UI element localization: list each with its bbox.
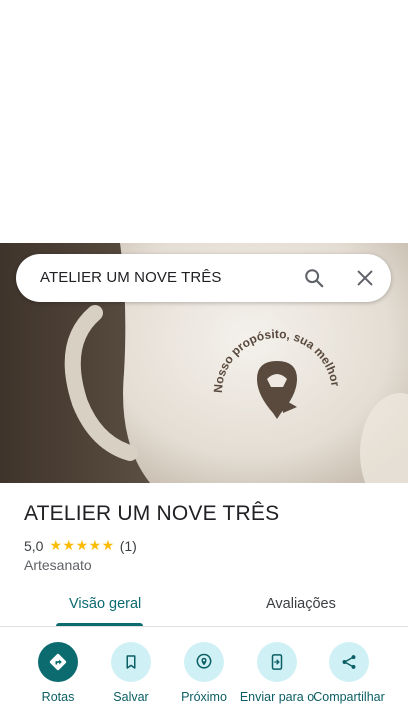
rating-row[interactable]: 5,0 ★★★★★ (1) — [24, 537, 137, 554]
map-area[interactable] — [0, 0, 408, 243]
send-to-phone-button[interactable]: Enviar para o — [239, 642, 315, 726]
save-label: Salvar — [113, 690, 149, 704]
share-label: Compartilhar — [313, 690, 385, 704]
directions-icon — [38, 642, 78, 682]
directions-button[interactable]: Rotas — [20, 642, 96, 726]
rating-stars: ★★★★★ — [49, 537, 115, 553]
tab-overview[interactable]: Visão geral — [69, 596, 141, 612]
place-title: ATELIER UM NOVE TRÊS — [24, 502, 280, 525]
search-icon[interactable] — [303, 267, 325, 289]
search-input[interactable]: ATELIER UM NOVE TRÊS — [40, 269, 221, 286]
send-to-phone-label: Enviar para o — [239, 690, 315, 704]
rating-value: 5,0 — [24, 537, 44, 554]
nearby-label: Próximo — [181, 690, 227, 704]
nearby-icon — [184, 642, 224, 682]
tabs-divider — [0, 626, 408, 627]
send-to-phone-icon — [257, 642, 297, 682]
share-button[interactable]: Compartilhar — [311, 642, 387, 726]
bookmark-icon — [111, 642, 151, 682]
share-icon — [329, 642, 369, 682]
tab-reviews[interactable]: Avaliações — [266, 596, 336, 612]
close-icon[interactable] — [354, 267, 376, 289]
search-bar[interactable]: ATELIER UM NOVE TRÊS — [16, 254, 391, 302]
place-category: Artesanato — [24, 557, 92, 573]
nearby-button[interactable]: Próximo — [166, 642, 242, 726]
directions-label: Rotas — [41, 690, 75, 704]
save-button[interactable]: Salvar — [93, 642, 169, 726]
review-count[interactable]: (1) — [120, 538, 137, 554]
